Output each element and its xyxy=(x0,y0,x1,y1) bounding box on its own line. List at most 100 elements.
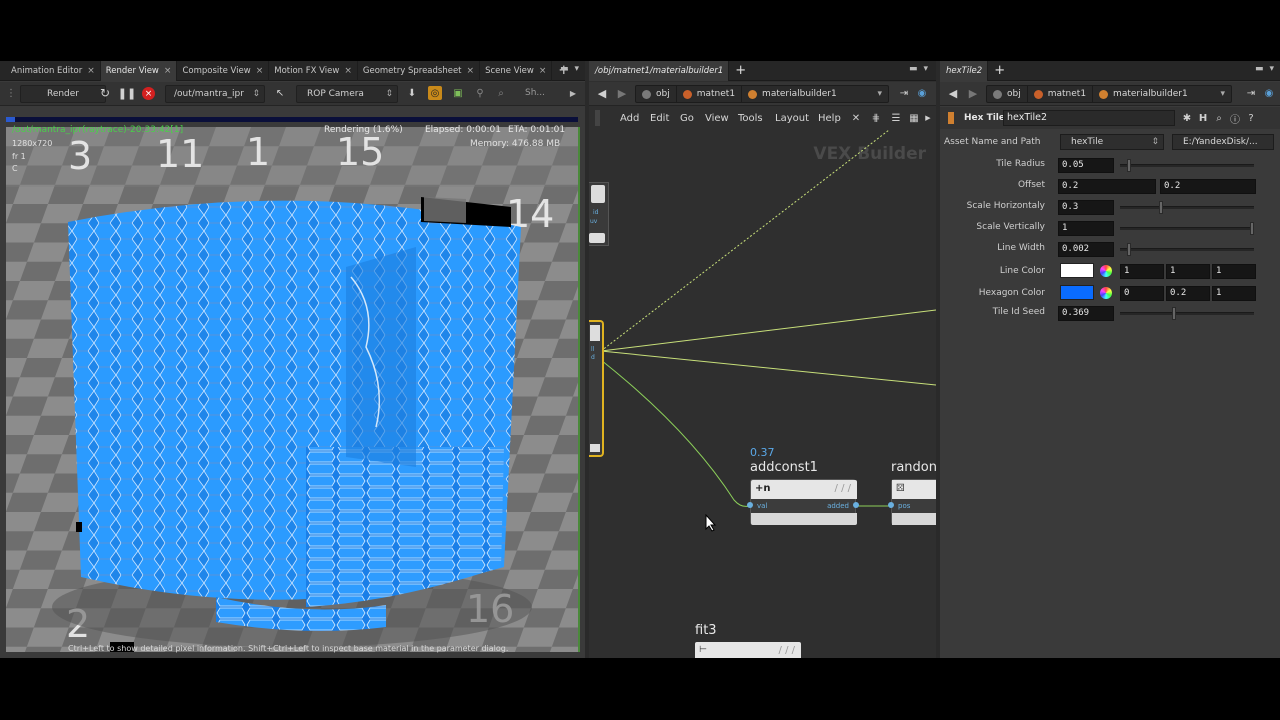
list-icon[interactable]: ☰ xyxy=(889,111,903,125)
color-wheel-icon[interactable] xyxy=(1100,265,1112,277)
shading-label[interactable]: Sh... xyxy=(525,88,545,98)
stop-icon[interactable]: × xyxy=(142,87,155,100)
tools-icon[interactable]: ✕ xyxy=(849,111,863,125)
offset-y-field[interactable]: 0.2 xyxy=(1160,179,1256,194)
link-icon[interactable]: ◉ xyxy=(1262,86,1276,100)
close-icon[interactable]: × xyxy=(164,66,172,76)
network-canvas[interactable]: VEX Builder id uv ll d 0.37 addconst1 +n xyxy=(589,130,936,658)
render-button[interactable]: Render xyxy=(20,85,106,103)
path-matnet[interactable]: matnet1 xyxy=(677,86,743,102)
hex-color-g[interactable]: 0.2 xyxy=(1166,286,1210,301)
menu-go[interactable]: Go xyxy=(680,107,694,129)
pin-icon[interactable]: ⇥ xyxy=(1244,86,1258,100)
tile-seed-slider[interactable] xyxy=(1120,312,1254,315)
expand-right-icon[interactable]: ▶ xyxy=(921,111,935,125)
close-icon[interactable]: × xyxy=(344,66,352,76)
menu-edit[interactable]: Edit xyxy=(650,107,669,129)
back-icon[interactable]: ◀ xyxy=(595,86,609,100)
pause-icon[interactable]: ❚❚ xyxy=(118,86,136,100)
tile-radius-slider[interactable] xyxy=(1120,164,1254,167)
menu-help[interactable]: Help xyxy=(818,107,841,129)
close-icon[interactable]: × xyxy=(256,66,264,76)
info-icon[interactable]: ⓘ xyxy=(1228,111,1242,126)
light-icon[interactable]: ⚲ xyxy=(473,86,487,100)
menu-icon[interactable]: ▾ xyxy=(574,64,579,74)
tile-radius-field[interactable]: 0.05 xyxy=(1058,158,1114,173)
tile-radius-knob[interactable] xyxy=(1126,159,1131,172)
random-name[interactable]: randon xyxy=(891,460,936,475)
path-materialbuilder[interactable]: materialbuilder1 xyxy=(1093,86,1194,102)
hex-color-r[interactable]: 0 xyxy=(1120,286,1164,301)
snapshot-icon[interactable]: ⬇ xyxy=(405,86,419,100)
close-icon[interactable]: × xyxy=(467,66,475,76)
menu-icon[interactable]: ▾ xyxy=(923,64,928,74)
tab-geometry-spreadsheet[interactable]: Geometry Spreadsheet × xyxy=(358,60,481,81)
global-vars-node[interactable]: id uv xyxy=(589,182,609,246)
output-driver-select[interactable]: /out/mantra_ipr ⇕ xyxy=(165,85,265,103)
line-width-field[interactable]: 0.002 xyxy=(1058,242,1114,257)
fit-node[interactable]: ⊢ / / / xyxy=(695,642,801,658)
menu-icon[interactable]: ▾ xyxy=(1269,64,1274,74)
tab-composite-view[interactable]: Composite View × xyxy=(177,60,270,81)
scale-h-slider[interactable] xyxy=(1120,206,1254,209)
tree-icon[interactable]: ⋕ xyxy=(869,111,883,125)
forward-icon[interactable]: ▶ xyxy=(615,86,629,100)
color-wheel-icon[interactable] xyxy=(1100,287,1112,299)
line-color-b[interactable]: 1 xyxy=(1212,264,1256,279)
chevron-down-icon[interactable]: ▾ xyxy=(877,89,882,99)
add-tab-icon[interactable]: + xyxy=(729,63,752,78)
fit-name[interactable]: fit3 xyxy=(695,623,717,638)
zoom-icon[interactable]: ⌕ xyxy=(494,86,508,100)
camera-select[interactable]: ROP Camera ⇕ xyxy=(296,85,398,103)
expand-right-icon[interactable]: ▶ xyxy=(566,86,580,100)
asset-path-select[interactable]: E:/YandexDisk/... xyxy=(1172,134,1274,150)
chevron-down-icon[interactable]: ▾ xyxy=(1220,89,1225,99)
refresh-icon[interactable]: ↻ xyxy=(98,86,112,100)
tab-network[interactable]: /obj/matnet1/materialbuilder1 xyxy=(589,60,730,81)
tab-scene-view[interactable]: Scene View × xyxy=(480,60,553,81)
tile-seed-field[interactable]: 0.369 xyxy=(1058,306,1114,321)
close-icon[interactable]: × xyxy=(87,66,95,76)
output-port[interactable] xyxy=(853,502,859,508)
offset-x-field[interactable]: 0.2 xyxy=(1058,179,1156,194)
menu-tools[interactable]: Tools xyxy=(738,107,763,129)
scale-h-knob[interactable] xyxy=(1159,201,1163,214)
lock-region-icon[interactable]: ◎ xyxy=(428,86,442,100)
input-port[interactable] xyxy=(747,502,753,508)
back-icon[interactable]: ◀ xyxy=(946,86,960,100)
maximize-icon[interactable]: ▬ xyxy=(1255,64,1264,74)
tab-render-view[interactable]: Render View × xyxy=(100,60,178,81)
gear-icon[interactable]: ✱ xyxy=(1180,111,1194,125)
render-image[interactable]: 3 11 1 15 14 2 16 xyxy=(6,127,578,652)
forward-icon[interactable]: ▶ xyxy=(966,86,980,100)
menu-layout[interactable]: Layout xyxy=(775,107,809,129)
input-port[interactable] xyxy=(888,502,894,508)
hex-color-swatch[interactable] xyxy=(1060,285,1094,300)
path-obj[interactable]: obj xyxy=(987,86,1028,102)
parameter-node[interactable]: ll d xyxy=(589,320,604,457)
line-color-swatch[interactable] xyxy=(1060,263,1094,278)
close-icon[interactable]: × xyxy=(539,66,547,76)
addconst-name[interactable]: addconst1 xyxy=(750,460,818,475)
path-materialbuilder[interactable]: materialbuilder1 xyxy=(742,86,843,102)
pin-icon[interactable]: ⇥ xyxy=(897,86,911,100)
line-color-r[interactable]: 1 xyxy=(1120,264,1164,279)
hex-color-b[interactable]: 1 xyxy=(1212,286,1256,301)
tab-animation-editor[interactable]: Animation Editor × xyxy=(0,60,101,81)
maximize-icon[interactable]: ▬ xyxy=(560,64,569,74)
line-width-knob[interactable] xyxy=(1126,243,1131,256)
menu-add[interactable]: Add xyxy=(620,107,639,129)
node-name-field[interactable]: hexTile2 xyxy=(1003,110,1175,126)
scale-v-slider[interactable] xyxy=(1120,227,1254,230)
scale-h-field[interactable]: 0.3 xyxy=(1058,200,1114,215)
menu-view[interactable]: View xyxy=(705,107,729,129)
tile-seed-knob[interactable] xyxy=(1172,307,1176,320)
tab-parameters[interactable]: hexTile2 xyxy=(940,60,989,81)
link-icon[interactable]: ◉ xyxy=(915,86,929,100)
search-icon[interactable]: ⌕ xyxy=(1212,111,1226,125)
help-h-icon[interactable]: H xyxy=(1196,111,1210,125)
scale-v-field[interactable]: 1 xyxy=(1058,221,1114,236)
image-icon[interactable]: ▣ xyxy=(451,86,465,100)
line-width-slider[interactable] xyxy=(1120,248,1254,251)
add-tab-icon[interactable]: + xyxy=(988,63,1011,78)
